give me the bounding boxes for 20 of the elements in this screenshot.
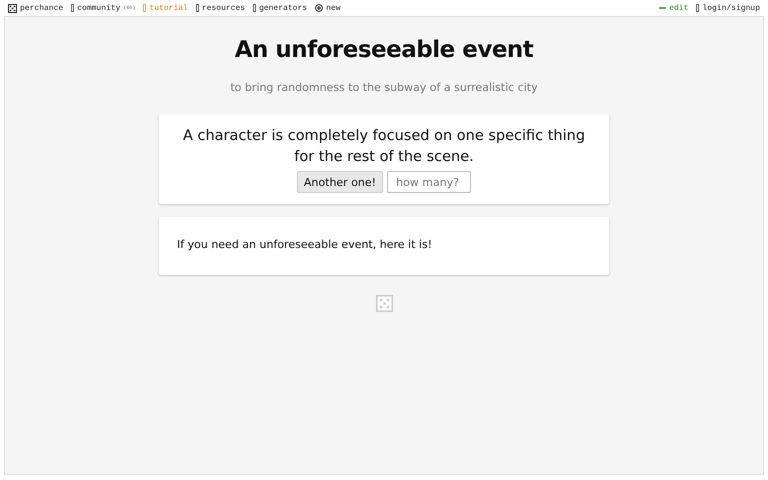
dice-icon [376,295,392,312]
result-text: A character is completely focused on one specific thing for the rest of the scene. [182,127,586,167]
page-subtitle: to bring randomness to the subway of a surrealistic city [230,81,538,94]
page-title: An unforeseeable event [234,37,534,63]
nav-link[interactable]: perchance [8,4,64,12]
another-button[interactable]: Another one! [296,171,384,193]
missing-glyph-icon [71,4,74,12]
nav-link[interactable]: edit [659,4,688,12]
nav-link[interactable]: generators [253,4,308,12]
plus-circle-icon [315,4,324,12]
missing-glyph-icon [143,4,146,12]
nav-link[interactable]: login/signup [696,4,760,12]
nav-link[interactable]: resources [196,4,246,12]
missing-glyph-icon [696,4,700,12]
dice-icon [8,4,17,12]
info-text: If you need an unforeseeable event, here it is! [177,238,434,251]
missing-glyph-icon [253,4,256,12]
count-field[interactable]: how many? [387,171,472,193]
nav-link[interactable]: new [315,4,340,12]
missing-glyph-icon [196,4,199,12]
